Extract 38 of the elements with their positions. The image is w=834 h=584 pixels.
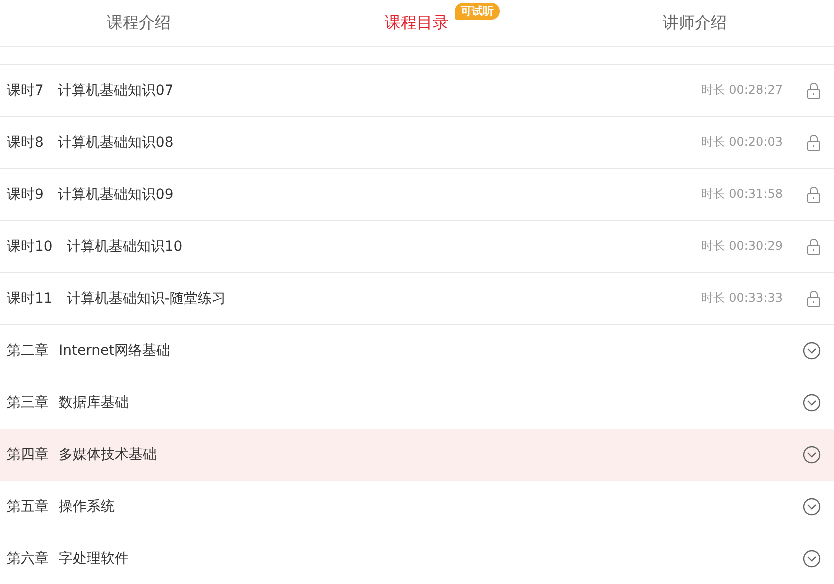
- chapter-title: 数据库基础: [59, 394, 130, 412]
- lesson-duration: 时长 00:28:27: [701, 82, 783, 99]
- chapter-number: 第二章: [7, 342, 49, 360]
- chapter-title: 操作系统: [59, 498, 116, 516]
- lesson-title[interactable]: 计算机基础知识09: [58, 186, 702, 204]
- chevron-icon[interactable]: [803, 498, 821, 516]
- chapter-title: Internet网络基础: [59, 342, 172, 360]
- tab[interactable]: 讲师介绍: [663, 8, 727, 38]
- lesson-duration: 时长 00:20:03: [701, 134, 783, 151]
- lesson-title[interactable]: 计算机基础知识-随堂练习: [66, 290, 702, 308]
- chapter-row[interactable]: 第五章 操作系统: [0, 481, 834, 533]
- chevron-icon[interactable]: [803, 446, 821, 464]
- lesson-duration: 时长 00:33:33: [701, 290, 783, 307]
- chapter-number: 第三章: [7, 394, 49, 412]
- chapter-row[interactable]: 第二章 Internet网络基础: [0, 325, 834, 377]
- lesson-number: 课时11: [7, 290, 53, 308]
- chapter-title: 多媒体技术基础: [59, 446, 158, 464]
- lesson-number: 课时7: [7, 82, 44, 100]
- chapter-row[interactable]: 第六章 字处理软件: [0, 533, 834, 584]
- chapter-number: 第五章: [7, 498, 49, 516]
- chapter-row[interactable]: 第四章 多媒体技术基础: [0, 429, 834, 481]
- chapter-title: 字处理软件: [59, 550, 130, 568]
- lesson-duration: 时长 00:31:58: [701, 186, 783, 203]
- lesson-duration: 时长 00:30:29: [701, 238, 783, 255]
- chapter-number: 第六章: [7, 550, 49, 568]
- chevron-icon[interactable]: [803, 342, 821, 360]
- lesson-title[interactable]: 计算机基础知识08: [58, 134, 702, 152]
- tab[interactable]: 课程介绍: [107, 8, 171, 38]
- lesson-title[interactable]: 计算机基础知识07: [58, 82, 702, 100]
- lesson-number: 课时8: [7, 134, 44, 152]
- chapter-number: 第四章: [7, 446, 49, 464]
- lesson-title[interactable]: 计算机基础知识10: [66, 238, 702, 256]
- lesson-number: 课时10: [7, 238, 53, 256]
- chapter-row[interactable]: 第三章 数据库基础: [0, 377, 834, 429]
- lesson-number: 课时9: [7, 186, 44, 204]
- chevron-icon[interactable]: [803, 550, 821, 568]
- chevron-icon[interactable]: [803, 394, 821, 412]
- badge: 可试听: [455, 2, 500, 20]
